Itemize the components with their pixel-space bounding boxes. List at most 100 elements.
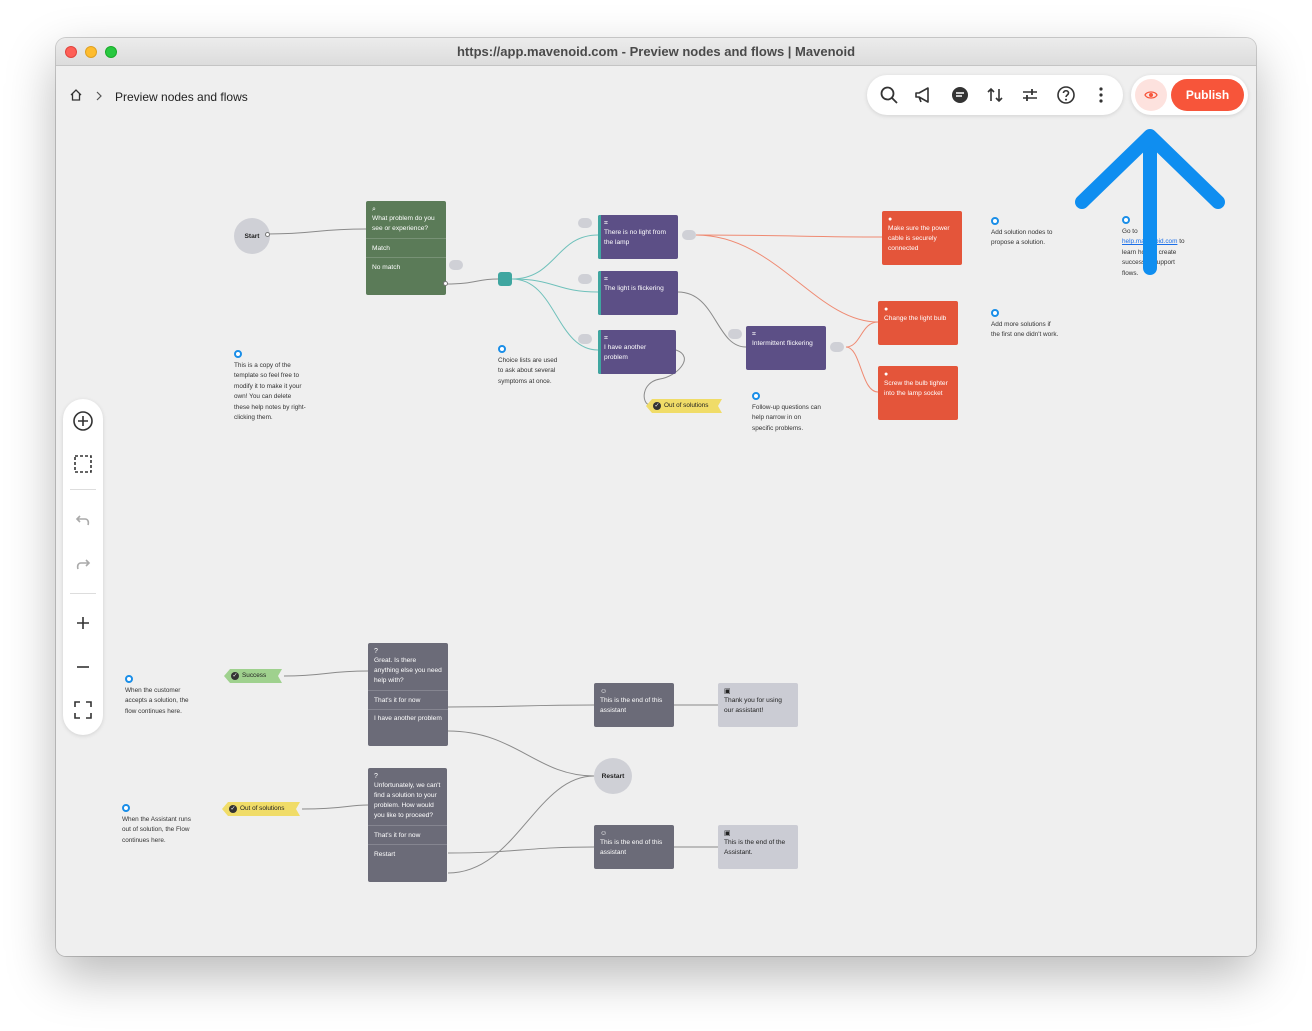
search-filter-icon[interactable] <box>728 329 742 339</box>
message-node-end[interactable]: ▣ This is the end of the Assistant. <box>718 825 798 869</box>
option-restart[interactable]: Restart <box>368 844 447 863</box>
note-icon <box>991 309 999 317</box>
title-bar: https://app.mavenoid.com - Preview nodes… <box>56 38 1256 66</box>
outcome-node-unfortunately[interactable]: ? Unfortunately, we can't find a solution… <box>368 768 447 882</box>
chat-icon[interactable] <box>945 80 975 110</box>
zoom-in-icon[interactable] <box>68 608 98 638</box>
zoom-out-icon[interactable] <box>68 652 98 682</box>
edge-great-restart <box>447 730 595 777</box>
note-icon <box>752 392 760 400</box>
option-no-match[interactable]: No match <box>366 257 446 276</box>
help-note-assistant[interactable]: When the Assistant runs out of solution,… <box>122 804 192 846</box>
message-node-thanks[interactable]: ▣ Thank you for using our assistant! <box>718 683 798 727</box>
search-icon: ⌕ <box>372 206 376 213</box>
smiley-icon: ☺ <box>600 830 608 837</box>
choice-icon: ⌗ <box>604 220 608 227</box>
note-icon <box>498 345 506 353</box>
choice-node-another-problem[interactable]: ⌗ I have another problem <box>598 330 676 374</box>
help-icon[interactable] <box>1051 80 1081 110</box>
publish-group: Publish <box>1131 75 1248 115</box>
more-icon[interactable] <box>1086 80 1116 110</box>
note-icon <box>122 804 130 812</box>
browser-window: https://app.mavenoid.com - Preview nodes… <box>56 38 1256 956</box>
search-icon[interactable] <box>874 80 904 110</box>
outcome-node-great[interactable]: ? Great. Is there anything else you need … <box>368 643 448 746</box>
top-toolbar <box>867 75 1123 115</box>
select-area-icon[interactable] <box>68 449 98 479</box>
page-title: Preview nodes and flows <box>115 90 248 104</box>
solution-node-power-cable[interactable]: ● Make sure the power cable is securely c… <box>882 211 962 265</box>
port-dot[interactable] <box>265 232 270 237</box>
option-thats-it[interactable]: That's it for now <box>368 690 448 709</box>
edge-unf-end2 <box>447 846 595 854</box>
help-note-followup[interactable]: Follow-up questions can help narrow in o… <box>752 392 822 434</box>
message-icon: ▣ <box>724 830 731 837</box>
branch-icon[interactable] <box>682 230 696 240</box>
choice-node-flickering[interactable]: ⌗ The light is flickering <box>598 271 678 315</box>
hub-node[interactable] <box>498 272 512 286</box>
help-note-choice[interactable]: Choice lists are used to ask about sever… <box>498 345 560 387</box>
edge-intermittent-sol2 <box>845 321 879 348</box>
search-filter-icon[interactable] <box>449 260 463 270</box>
success-tag[interactable]: ✓ Success <box>224 669 282 683</box>
question-icon: ? <box>374 648 378 655</box>
end-node-1[interactable]: ☺ This is the end of this assistant <box>594 683 674 727</box>
help-note-copy[interactable]: This is a copy of the template so feel f… <box>234 350 306 423</box>
solution-node-change-bulb[interactable]: ● Change the light bulb <box>878 301 958 345</box>
search-filter-icon[interactable] <box>578 218 592 228</box>
breadcrumb: Preview nodes and flows <box>69 88 248 106</box>
choice-icon: ⌗ <box>604 276 608 283</box>
home-icon[interactable] <box>69 88 83 107</box>
window-title: https://app.mavenoid.com - Preview nodes… <box>456 44 856 59</box>
smiley-icon: ☺ <box>600 688 608 695</box>
redo-icon[interactable] <box>68 551 98 581</box>
help-note-customer[interactable]: When the customer accepts a solution, th… <box>125 675 193 717</box>
help-note-add-more[interactable]: Add more solutions if the first one didn… <box>991 309 1059 341</box>
note-icon <box>234 350 242 358</box>
megaphone-icon[interactable] <box>909 80 939 110</box>
edge-oos-unfortunately <box>301 804 369 810</box>
option-match[interactable]: Match <box>366 238 446 257</box>
note-icon <box>991 217 999 225</box>
left-tool-palette <box>63 399 103 735</box>
branch-icon[interactable] <box>830 342 844 352</box>
sliders-icon[interactable] <box>1015 80 1045 110</box>
undo-icon[interactable] <box>68 507 98 537</box>
port-dot[interactable] <box>443 281 448 286</box>
out-of-solutions-tag[interactable]: ✓ Out of solutions <box>222 802 300 816</box>
publish-button[interactable]: Publish <box>1171 79 1244 111</box>
edge-great-end1 <box>447 704 595 708</box>
check-icon: ✓ <box>230 806 236 812</box>
fit-screen-icon[interactable] <box>68 695 98 725</box>
edge-start-q1 <box>267 228 367 235</box>
help-note-add-solution[interactable]: Add solution nodes to propose a solution… <box>991 217 1057 249</box>
lightbulb-icon: ● <box>884 371 889 378</box>
preview-eye-icon[interactable] <box>1135 79 1167 111</box>
lightbulb-icon: ● <box>888 216 893 223</box>
choice-icon: ⌗ <box>752 331 756 338</box>
out-of-solutions-tag[interactable]: ✓ Out of solutions <box>646 399 722 413</box>
edge-choice-a-sol1 <box>695 234 883 238</box>
edge-nomatch-hub <box>445 278 499 285</box>
edge-success-great <box>283 670 369 677</box>
check-icon: ✓ <box>232 673 238 679</box>
restart-node[interactable]: Restart <box>594 758 632 794</box>
followup-node-intermittent[interactable]: ⌗ Intermittent flickering <box>746 326 826 370</box>
chevron-right-icon <box>95 88 103 106</box>
sort-icon[interactable] <box>980 80 1010 110</box>
search-filter-icon[interactable] <box>578 274 592 284</box>
search-filter-icon[interactable] <box>578 334 592 344</box>
option-thats-it[interactable]: That's it for now <box>368 825 447 844</box>
message-icon: ▣ <box>724 688 731 695</box>
check-icon: ✓ <box>654 403 660 409</box>
lightbulb-icon: ● <box>884 306 889 313</box>
choice-node-no-light[interactable]: ⌗ There is no light from the lamp <box>598 215 678 259</box>
add-node-icon[interactable] <box>68 406 98 436</box>
question-node[interactable]: ⌕ What problem do you see or experience? … <box>366 201 446 295</box>
option-another-problem[interactable]: I have another problem <box>368 709 448 737</box>
note-icon <box>125 675 133 683</box>
end-node-2[interactable]: ☺ This is the end of this assistant <box>594 825 674 869</box>
solution-node-screw-bulb[interactable]: ● Screw the bulb tighter into the lamp so… <box>878 366 958 420</box>
edge-unf-restart <box>447 775 595 874</box>
up-arrow-annotation <box>1075 129 1225 275</box>
